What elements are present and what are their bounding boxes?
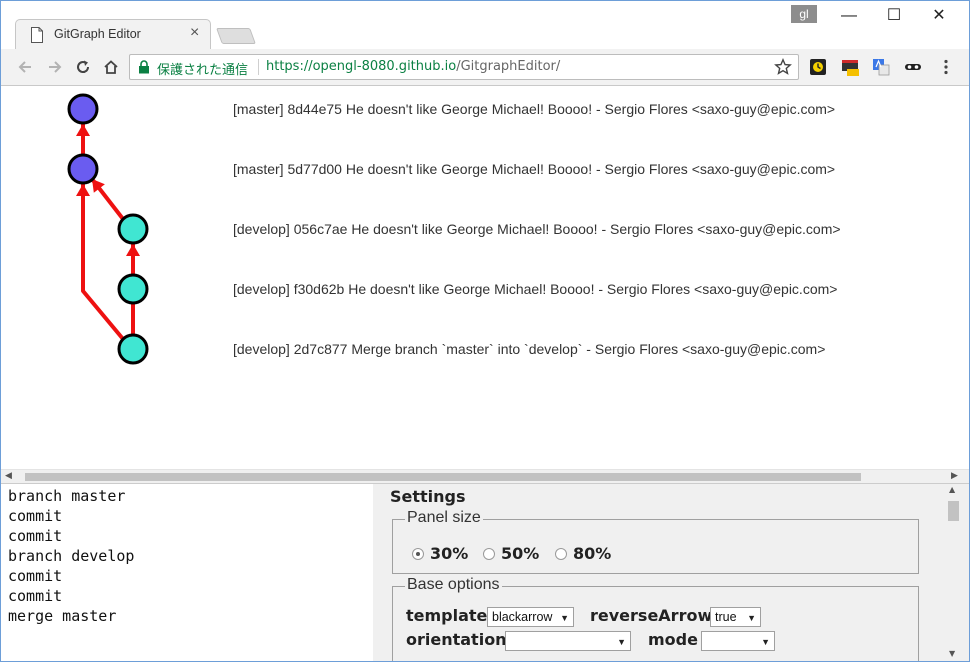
scroll-left-arrow-icon[interactable]: ◀ <box>5 471 12 481</box>
back-button[interactable] <box>13 55 37 79</box>
code-line: merge master <box>8 607 117 625</box>
panel-size-option-50[interactable]: 50% <box>483 544 539 563</box>
base-options-legend: Base options <box>405 576 502 594</box>
panel-size-80-label: 80% <box>573 544 612 563</box>
panel-size-option-30[interactable]: 30% <box>412 544 468 563</box>
template-label: template <box>406 606 488 625</box>
commit-node <box>67 93 99 125</box>
browser-tab[interactable]: GitGraph Editor × <box>15 19 211 49</box>
url-text[interactable]: https://opengl-8080.github.io/GitgraphEd… <box>266 59 560 74</box>
translate-icon[interactable] <box>872 58 890 76</box>
settings-panel: Settings Panel size 30% 50% 80% Base opt… <box>373 483 969 661</box>
code-line: commit <box>8 507 63 525</box>
home-button[interactable] <box>99 55 123 79</box>
new-tab-button[interactable] <box>216 28 256 44</box>
radio-80[interactable] <box>555 547 567 560</box>
commit-message: [develop] 056c7ae He doesn't like George… <box>233 221 841 237</box>
horizontal-scrollbar[interactable]: ◀ ▶ <box>1 469 969 483</box>
commit-node <box>117 333 149 365</box>
extension-clock-icon[interactable] <box>809 58 827 76</box>
secure-connection-label: 保護された通信 <box>157 63 249 78</box>
forward-arrow-icon <box>49 61 62 73</box>
lock-icon <box>139 60 149 74</box>
panel-size-group: Panel size 30% 50% 80% <box>392 509 919 574</box>
page-icon <box>31 27 43 43</box>
code-line: commit <box>8 567 63 585</box>
orientation-select[interactable] <box>505 631 631 651</box>
commit-node <box>67 153 99 185</box>
commit-graph <box>67 93 149 365</box>
scroll-right-arrow-icon[interactable]: ▶ <box>951 471 958 481</box>
vertical-scroll-thumb[interactable] <box>948 501 959 521</box>
horizontal-scroll-thumb[interactable] <box>25 473 861 481</box>
menu-kebab-icon[interactable] <box>937 58 955 76</box>
edge-develop-head <box>126 244 140 256</box>
panel-size-legend: Panel size <box>405 509 483 527</box>
script-editor[interactable]: branch master commit commit branch develop c… <box>1 483 373 661</box>
settings-title: Settings <box>390 487 466 506</box>
code-line: branch develop <box>8 547 135 565</box>
tab-close-icon[interactable]: × <box>190 24 199 42</box>
address-bar[interactable]: 保護された通信 https://opengl-8080.github.io/Gi… <box>129 54 799 80</box>
panel-size-50-label: 50% <box>501 544 540 563</box>
maximize-button[interactable]: ☐ <box>871 3 917 29</box>
commit-message: [master] 5d77d00 He doesn't like George … <box>233 161 836 177</box>
scroll-down-arrow-icon[interactable]: ▼ <box>949 649 955 658</box>
code-line: branch master <box>8 487 126 505</box>
scroll-up-arrow-icon[interactable]: ▲ <box>949 485 955 494</box>
bookmark-star-icon[interactable] <box>774 58 792 76</box>
tab-title: GitGraph Editor <box>54 27 141 41</box>
settings-vertical-scrollbar[interactable]: ▲ ▼ <box>945 485 962 661</box>
browser-window: GitGraph Editor × gl — ☐ ✕ 保護された通信 https… <box>0 0 970 662</box>
panel-size-option-80[interactable]: 80% <box>555 544 611 563</box>
reload-icon <box>77 60 90 73</box>
reload-button[interactable] <box>71 55 95 79</box>
incognito-mask-icon[interactable] <box>904 58 922 76</box>
commit-message: [develop] f30d62b He doesn't like George… <box>233 281 838 297</box>
code-line: commit <box>8 527 63 545</box>
edge-master-head <box>76 124 90 136</box>
url-path: /GitgraphEditor/ <box>456 59 561 74</box>
browser-toolbar: 保護された通信 https://opengl-8080.github.io/Gi… <box>1 49 969 86</box>
panel-size-30-label: 30% <box>430 544 469 563</box>
title-bar: GitGraph Editor × gl — ☐ ✕ <box>1 1 969 49</box>
orientation-label: orientation <box>406 630 507 649</box>
reverse-arrow-select[interactable]: true <box>710 607 761 627</box>
template-select[interactable]: blackarrow <box>487 607 574 627</box>
close-window-button[interactable]: ✕ <box>916 3 962 29</box>
extension-mail-icon[interactable] <box>841 58 859 76</box>
mode-label: mode <box>648 630 698 649</box>
code-line: commit <box>8 587 63 605</box>
commit-node <box>117 273 149 305</box>
edge-merge-head <box>76 184 90 196</box>
url-divider <box>258 59 259 75</box>
minimize-button[interactable]: — <box>826 3 872 29</box>
back-arrow-icon <box>18 61 31 73</box>
commit-message: [master] 8d44e75 He doesn't like George … <box>233 101 836 117</box>
radio-30[interactable] <box>412 547 424 560</box>
graph-view: [master] 8d44e75 He doesn't like George … <box>1 87 969 469</box>
forward-button[interactable] <box>43 55 67 79</box>
home-icon <box>104 60 118 74</box>
commit-message: [develop] 2d7c877 Merge branch `master` … <box>233 341 826 357</box>
url-host: https://opengl-8080.github.io <box>266 59 457 74</box>
reverse-arrow-label: reverseArrow <box>590 606 713 625</box>
mode-select[interactable] <box>701 631 775 651</box>
radio-50[interactable] <box>483 547 495 560</box>
commit-node <box>117 213 149 245</box>
user-badge[interactable]: gl <box>791 5 817 23</box>
base-options-group: Base options template blackarrow reverse… <box>392 576 919 661</box>
edge-merge <box>81 184 125 341</box>
